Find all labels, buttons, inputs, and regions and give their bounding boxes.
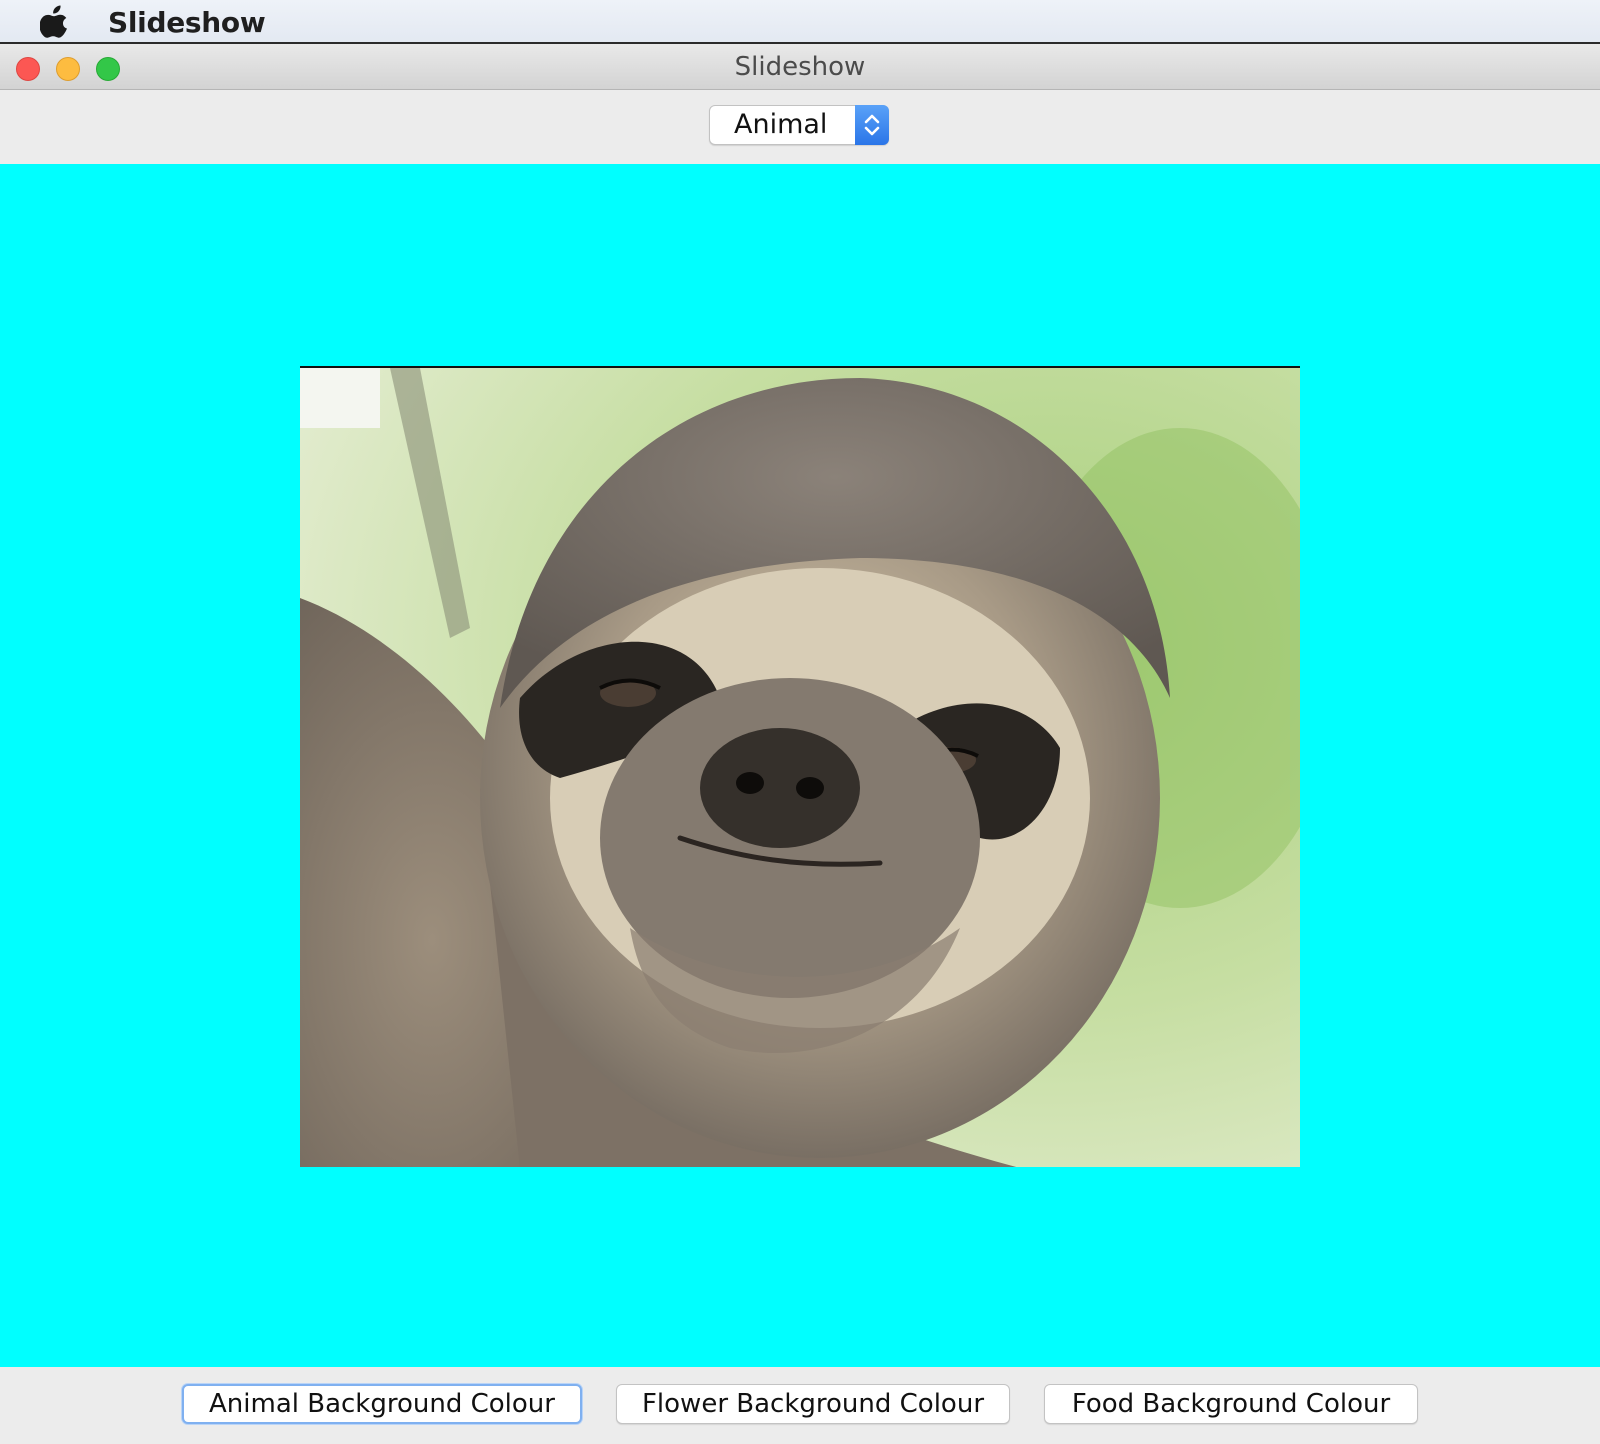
category-select[interactable]: Animal: [709, 105, 889, 145]
animal-background-colour-button[interactable]: Animal Background Colour: [182, 1384, 582, 1424]
up-down-chevron-icon[interactable]: [855, 105, 889, 145]
sloth-image: [300, 366, 1300, 1167]
slide-panel: [0, 164, 1600, 1367]
flower-background-colour-button[interactable]: Flower Background Colour: [616, 1384, 1010, 1424]
window-title: Slideshow: [734, 52, 866, 82]
toolbar: Animal: [0, 90, 1600, 164]
menu-bar: Slideshow: [0, 0, 1600, 44]
menubar-app-name[interactable]: Slideshow: [108, 6, 266, 39]
window-titlebar: Slideshow: [0, 44, 1600, 90]
button-bar: Animal Background Colour Flower Backgrou…: [0, 1367, 1600, 1444]
category-select-value: Animal: [734, 109, 828, 140]
food-background-colour-button[interactable]: Food Background Colour: [1044, 1384, 1418, 1424]
apple-icon[interactable]: [40, 4, 70, 38]
